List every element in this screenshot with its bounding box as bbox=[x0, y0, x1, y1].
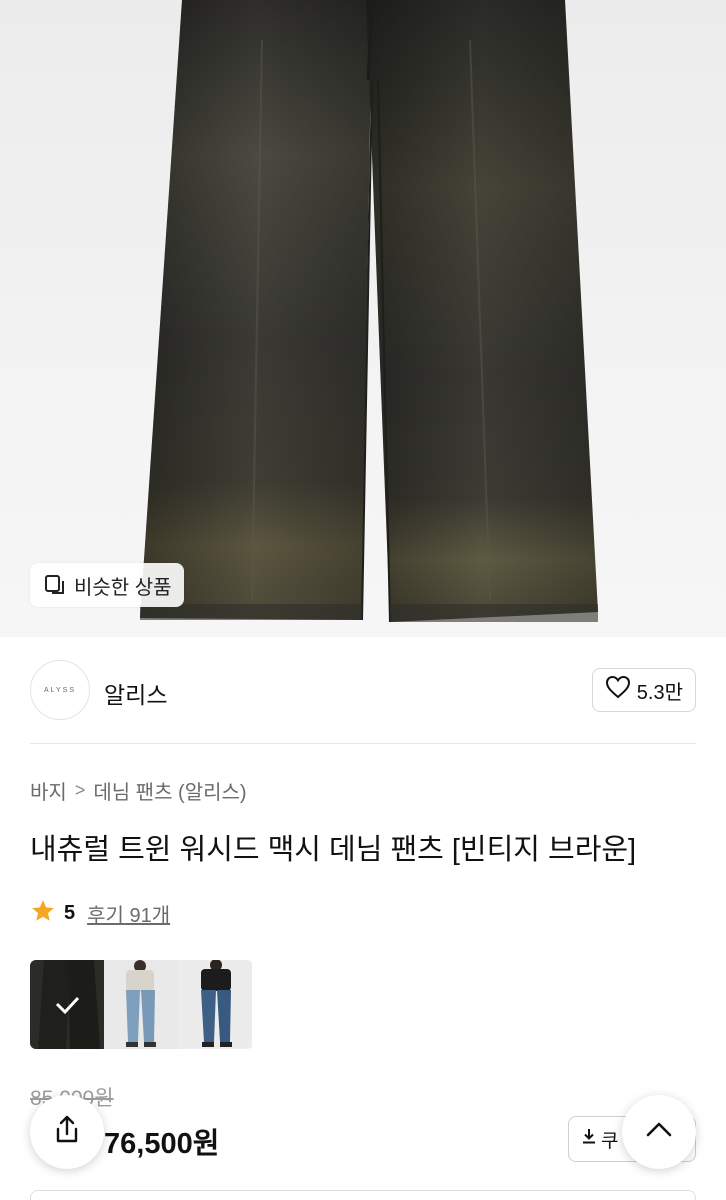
color-thumbnails bbox=[30, 960, 253, 1049]
like-count: 5.3만 bbox=[636, 681, 683, 704]
brand-logo-text: ALYSS bbox=[43, 686, 77, 694]
rating-row: 5 후기 91개 bbox=[30, 898, 170, 928]
share-button[interactable] bbox=[30, 1095, 104, 1169]
reviews-link[interactable]: 후기 91개 bbox=[87, 899, 170, 928]
product-title: 내츄럴 트윈 워시드 맥시 데님 팬츠 [빈티지 브라운] bbox=[30, 834, 637, 866]
similar-items-icon bbox=[44, 574, 66, 596]
divider bbox=[30, 743, 696, 744]
like-button[interactable]: 5.3만 bbox=[591, 668, 696, 712]
download-icon bbox=[581, 1127, 597, 1151]
thumbnail-light-blue[interactable] bbox=[104, 960, 178, 1049]
next-section-edge bbox=[30, 1190, 696, 1200]
breadcrumb-subcategory[interactable]: 데님 팬츠 (알리스) bbox=[93, 776, 246, 805]
share-icon bbox=[52, 1114, 82, 1151]
chevron-right-icon: > bbox=[74, 780, 86, 800]
sale-price: 76,500원 bbox=[104, 1128, 220, 1160]
brand-row: ALYSS 알리스 5.3만 bbox=[30, 660, 696, 720]
rating-score: 5 bbox=[64, 901, 76, 924]
similar-products-button[interactable]: 비슷한 상품 bbox=[30, 563, 184, 607]
heart-icon bbox=[605, 675, 631, 705]
product-hero-image[interactable]: 비슷한 상품 bbox=[0, 0, 726, 637]
jeans-photo bbox=[140, 0, 598, 623]
breadcrumb: 바지 > 데님 팬츠 (알리스) bbox=[30, 776, 247, 805]
thumbnail-selected[interactable] bbox=[30, 960, 104, 1049]
breadcrumb-category[interactable]: 바지 bbox=[30, 776, 67, 805]
star-icon bbox=[30, 898, 56, 928]
scroll-to-top-button[interactable] bbox=[622, 1095, 696, 1169]
coupon-label: 쿠 bbox=[601, 1130, 619, 1152]
similar-products-label: 비슷한 상품 bbox=[74, 576, 172, 599]
chevron-up-icon bbox=[644, 1120, 674, 1145]
brand-logo[interactable]: ALYSS bbox=[30, 660, 90, 720]
brand-name[interactable]: 알리스 bbox=[104, 676, 167, 710]
thumbnail-dark-blue[interactable] bbox=[178, 960, 252, 1049]
